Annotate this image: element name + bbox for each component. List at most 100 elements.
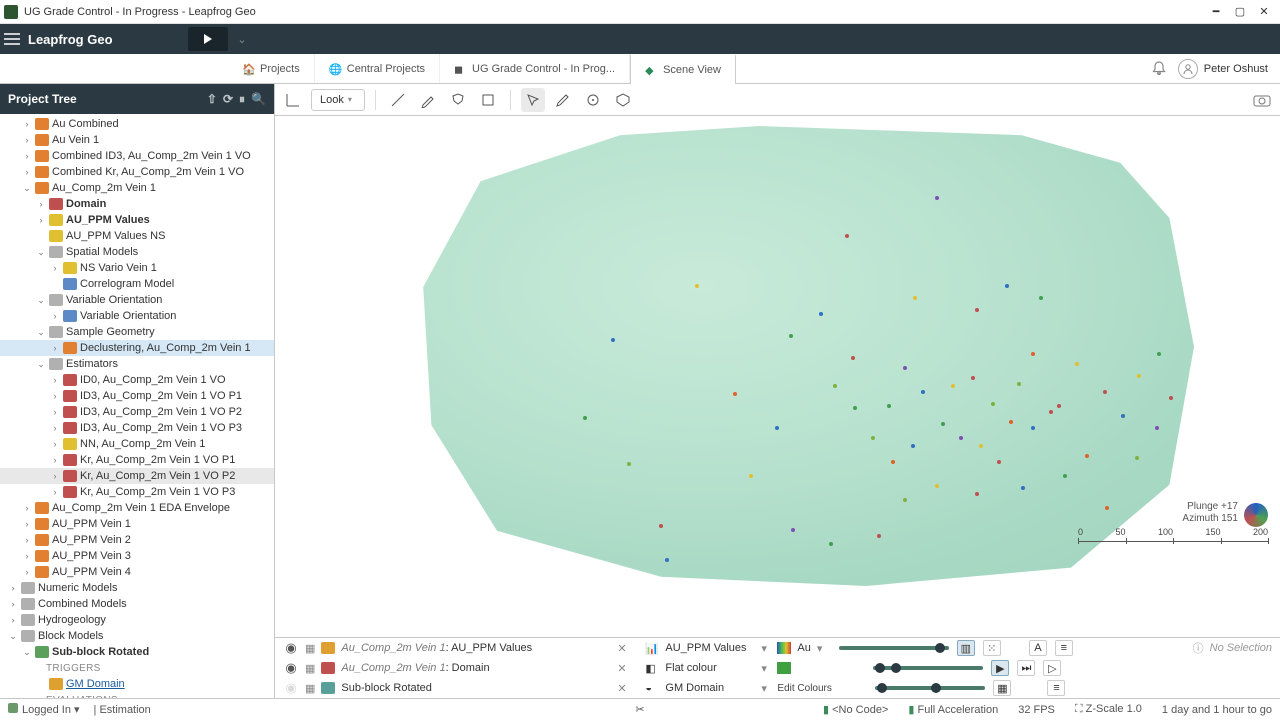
tree-node[interactable]: ›ID3, Au_Comp_2m Vein 1 VO P3 bbox=[0, 420, 274, 436]
chevron-right-icon[interactable]: › bbox=[36, 199, 46, 209]
colormap-swatch[interactable] bbox=[777, 642, 791, 654]
layer-name[interactable]: Au_Comp_2m Vein 1: AU_PPM Values bbox=[341, 642, 611, 654]
close-button[interactable]: ✕ bbox=[1252, 2, 1276, 22]
visibility-toggle[interactable]: ◉ bbox=[283, 640, 299, 656]
opacity-slider[interactable] bbox=[875, 686, 985, 690]
remove-layer-icon[interactable]: ✕ bbox=[617, 682, 629, 695]
step-button[interactable]: ⏭ bbox=[1017, 660, 1035, 676]
tree-node[interactable]: ›GM Domain bbox=[0, 676, 274, 692]
chevron-down-icon[interactable]: ⌄ bbox=[36, 295, 46, 306]
opacity-slider[interactable] bbox=[839, 646, 949, 650]
data-point[interactable] bbox=[913, 296, 917, 300]
plane-button[interactable] bbox=[476, 88, 500, 112]
chevron-right-icon[interactable]: › bbox=[50, 455, 60, 465]
render-mode-button[interactable]: ▥ bbox=[957, 640, 975, 656]
chevron-right-icon[interactable]: › bbox=[22, 503, 32, 513]
chevron-down-icon[interactable]: ⌄ bbox=[36, 359, 46, 370]
data-point[interactable] bbox=[991, 402, 995, 406]
tree-node[interactable]: ›Correlogram Model bbox=[0, 276, 274, 292]
edit-button[interactable] bbox=[551, 88, 575, 112]
data-point[interactable] bbox=[871, 436, 875, 440]
data-point[interactable] bbox=[975, 308, 979, 312]
remove-layer-icon[interactable]: ✕ bbox=[617, 662, 629, 675]
chevron-right-icon[interactable]: › bbox=[22, 119, 32, 129]
maximize-button[interactable]: ▢ bbox=[1228, 2, 1252, 22]
data-point[interactable] bbox=[1031, 426, 1035, 430]
tab-project[interactable]: ◼ UG Grade Control - In Prog... bbox=[440, 54, 630, 83]
data-point[interactable] bbox=[829, 542, 833, 546]
tree-pause-icon[interactable]: ⏸ bbox=[239, 92, 245, 107]
data-point[interactable] bbox=[951, 384, 955, 388]
data-point[interactable] bbox=[979, 444, 983, 448]
tree-node[interactable]: ›NN, Au_Comp_2m Vein 1 bbox=[0, 436, 274, 452]
data-point[interactable] bbox=[1017, 382, 1021, 386]
edit-colours-button[interactable]: Edit Colours bbox=[777, 683, 847, 694]
remove-layer-icon[interactable]: ✕ bbox=[617, 642, 629, 655]
data-point[interactable] bbox=[789, 334, 793, 338]
tree-node[interactable]: ›Combined ID3, Au_Comp_2m Vein 1 VO bbox=[0, 148, 274, 164]
tree-node[interactable]: ›Kr, Au_Comp_2m Vein 1 VO P1 bbox=[0, 452, 274, 468]
tree-node[interactable]: ›Au_Comp_2m Vein 1 EDA Envelope bbox=[0, 500, 274, 516]
data-point[interactable] bbox=[775, 426, 779, 430]
tree-node[interactable]: ›EVALUATIONS bbox=[0, 692, 274, 698]
zscale-status[interactable]: ⛶ Z-Scale 1.0 bbox=[1075, 703, 1142, 716]
tree-refresh-icon[interactable]: ⟳ bbox=[223, 92, 233, 107]
data-point[interactable] bbox=[1063, 474, 1067, 478]
chevron-right-icon[interactable]: › bbox=[8, 583, 18, 593]
opacity-slider[interactable] bbox=[873, 666, 983, 670]
chevron-right-icon[interactable]: › bbox=[22, 151, 32, 161]
tab-projects[interactable]: 🏠 Projects bbox=[228, 54, 315, 83]
data-point[interactable] bbox=[975, 492, 979, 496]
layer-name[interactable]: Au_Comp_2m Vein 1: Domain bbox=[341, 662, 611, 674]
data-point[interactable] bbox=[845, 234, 849, 238]
chevron-right-icon[interactable]: › bbox=[36, 215, 46, 225]
property-select[interactable]: GM Domain bbox=[665, 682, 755, 694]
chevron-right-icon[interactable]: › bbox=[50, 343, 60, 353]
data-point[interactable] bbox=[1135, 456, 1139, 460]
tree-node[interactable]: ›TRIGGERS bbox=[0, 660, 274, 676]
login-status[interactable]: Logged In ▾ bbox=[8, 703, 80, 716]
data-point[interactable] bbox=[921, 390, 925, 394]
points-mode-button[interactable]: ⁙ bbox=[983, 640, 1001, 656]
tag-button[interactable] bbox=[611, 88, 635, 112]
data-point[interactable] bbox=[903, 366, 907, 370]
look-dropdown[interactable]: Look▾ bbox=[311, 89, 365, 111]
data-point[interactable] bbox=[1103, 390, 1107, 394]
layer-add-icon[interactable]: ▦ bbox=[305, 662, 315, 675]
data-point[interactable] bbox=[853, 406, 857, 410]
data-point[interactable] bbox=[1085, 454, 1089, 458]
tree-node[interactable]: ⌄Estimators bbox=[0, 356, 274, 372]
tab-central-projects[interactable]: 🌐 Central Projects bbox=[315, 54, 440, 83]
tree-node[interactable]: ›AU_PPM Values bbox=[0, 212, 274, 228]
data-point[interactable] bbox=[1057, 404, 1061, 408]
play-button[interactable] bbox=[188, 27, 228, 51]
data-point[interactable] bbox=[887, 404, 891, 408]
data-point[interactable] bbox=[891, 460, 895, 464]
data-point[interactable] bbox=[959, 436, 963, 440]
chevron-right-icon[interactable]: › bbox=[50, 439, 60, 449]
tree-node[interactable]: ⌄Sample Geometry bbox=[0, 324, 274, 340]
data-point[interactable] bbox=[1155, 426, 1159, 430]
property-select[interactable]: AU_PPM Values bbox=[665, 642, 755, 654]
data-point[interactable] bbox=[903, 498, 907, 502]
chevron-down-icon[interactable]: ⌄ bbox=[22, 183, 32, 194]
layer-add-icon[interactable]: ▦ bbox=[305, 642, 315, 655]
data-point[interactable] bbox=[1121, 414, 1125, 418]
scene-canvas[interactable]: Plunge +17 Azimuth 151 0 50 100 150 200 bbox=[275, 116, 1280, 637]
tab-scene-view[interactable]: ◆ Scene View bbox=[630, 54, 736, 83]
data-point[interactable] bbox=[935, 484, 939, 488]
chevron-right-icon[interactable]: › bbox=[50, 471, 60, 481]
data-point[interactable] bbox=[1049, 410, 1053, 414]
tree-node[interactable]: ›NS Vario Vein 1 bbox=[0, 260, 274, 276]
data-point[interactable] bbox=[665, 558, 669, 562]
grid-button[interactable]: ▦ bbox=[993, 680, 1011, 696]
outline-button[interactable]: ▷ bbox=[1043, 660, 1061, 676]
tree-node[interactable]: ›Kr, Au_Comp_2m Vein 1 VO P2 bbox=[0, 468, 274, 484]
data-point[interactable] bbox=[611, 338, 615, 342]
select-button[interactable] bbox=[521, 88, 545, 112]
tree-search-icon[interactable]: 🔍 bbox=[251, 92, 266, 107]
colour-swatch[interactable] bbox=[777, 662, 791, 674]
data-point[interactable] bbox=[695, 284, 699, 288]
data-point[interactable] bbox=[733, 392, 737, 396]
slicer-icon[interactable]: ✂ bbox=[635, 703, 644, 716]
